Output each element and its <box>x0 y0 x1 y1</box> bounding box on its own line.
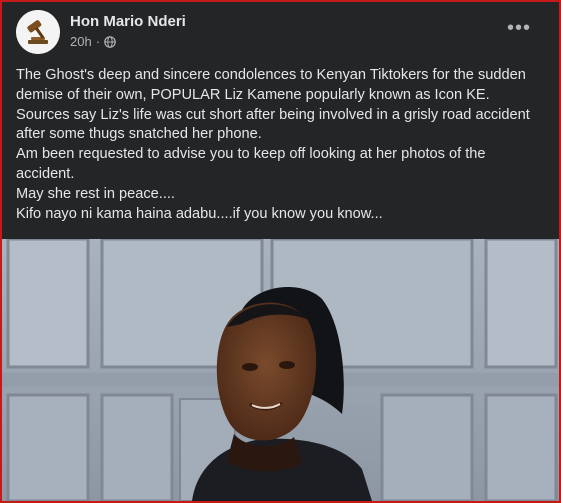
post-photo[interactable] <box>2 239 559 501</box>
gavel-icon <box>16 10 60 54</box>
facebook-post: Hon Mario Nderi 20h · ••• The Ghost's de… <box>2 2 559 501</box>
post-paragraph: Am been requested to advise you to keep … <box>16 146 486 182</box>
post-timestamp[interactable]: 20h <box>70 34 92 49</box>
post-paragraph: Kifo nayo ni kama haina adabu....if you … <box>16 205 383 222</box>
post-text: The Ghost's deep and sincere condolences… <box>16 66 546 224</box>
author-name[interactable]: Hon Mario Nderi <box>70 13 186 30</box>
post-paragraph: The Ghost's deep and sincere condolences… <box>16 67 530 143</box>
post-header: Hon Mario Nderi 20h · ••• <box>2 2 559 60</box>
meta-separator: · <box>95 34 101 49</box>
author-avatar[interactable] <box>16 10 60 54</box>
globe-icon[interactable] <box>104 35 116 48</box>
more-options-button[interactable]: ••• <box>507 18 531 38</box>
post-photo-image <box>2 239 559 501</box>
post-meta: 20h · <box>70 34 116 49</box>
post-paragraph: May she rest in peace.... <box>16 185 175 202</box>
